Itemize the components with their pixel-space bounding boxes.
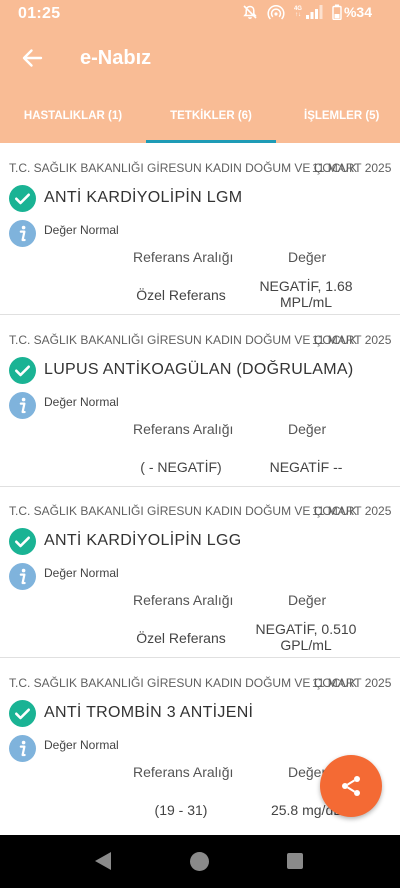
battery: %34 [332, 4, 372, 20]
info-icon [9, 392, 36, 419]
reference-value: Özel Referans [136, 630, 226, 646]
tab-hastaliklar[interactable]: HASTALIKLAR (1) [0, 88, 146, 143]
status-icons: 4G ↑↓ %34 [242, 4, 372, 20]
share-icon [342, 776, 360, 796]
card-test-name: LUPUS ANTİKOAGÜLAN (DOĞRULAMA) [44, 361, 354, 378]
card-hospital: T.C. SAĞLIK BAKANLIĞI GİRESUN KADIN DOĞU… [9, 504, 358, 518]
navigation-bar [0, 835, 400, 888]
value-label: Değer [288, 249, 327, 265]
reference-label: Referans Aralığı [133, 764, 234, 780]
card-status: Değer Normal [44, 223, 119, 237]
check-circle-icon [9, 528, 36, 555]
info-icon [9, 735, 36, 762]
card-date: 11 MART 2025 [312, 676, 392, 690]
check-circle-icon [9, 185, 36, 212]
status-bar: 01:25 4G ↑↓ %34 [0, 0, 400, 28]
test-card[interactable]: T.C. SAĞLIK BAKANLIĞI GİRESUN KADIN DOĞU… [0, 143, 400, 315]
app-bar: e-Nabız [0, 28, 400, 88]
test-value: NEGATİF, 0.510 GPL/mL [244, 621, 368, 653]
test-value-line2: GPL/mL [280, 637, 332, 653]
reference-label: Referans Aralığı [133, 592, 234, 608]
network-type: 4G ↑↓ [294, 6, 302, 18]
reference-value: ( - NEGATİF) [140, 459, 222, 475]
network-type-bottom: ↑↓ [294, 12, 301, 18]
battery-icon [332, 4, 342, 20]
share-button[interactable] [320, 755, 382, 817]
tab-islemler[interactable]: İŞLEMLER (5) [276, 88, 400, 143]
signal-icon [305, 5, 323, 19]
tab-tetkikler[interactable]: TETKİKLER (6) [146, 88, 276, 143]
check-circle-icon [9, 700, 36, 727]
arrow-left-icon [22, 49, 43, 67]
card-status: Değer Normal [44, 566, 119, 580]
test-card[interactable]: T.C. SAĞLIK BAKANLIĞI GİRESUN KADIN DOĞU… [0, 315, 400, 487]
nav-back-icon[interactable] [94, 851, 112, 871]
card-test-name: ANTİ TROMBİN 3 ANTİJENİ [44, 704, 254, 721]
check-circle-icon [9, 357, 36, 384]
info-icon [9, 563, 36, 590]
test-card[interactable]: T.C. SAĞLIK BAKANLIĞI GİRESUN KADIN DOĞU… [0, 486, 400, 658]
hotspot-icon [267, 5, 285, 20]
battery-level: %34 [343, 4, 372, 20]
card-test-name: ANTİ KARDİYOLİPİN LGM [44, 189, 243, 206]
reference-value: (19 - 31) [154, 802, 208, 818]
reference-label: Referans Aralığı [133, 249, 234, 265]
card-date: 11 MART 2025 [312, 504, 392, 518]
nav-home-icon[interactable] [190, 852, 209, 871]
card-status: Değer Normal [44, 395, 119, 409]
test-value: NEGATİF, 1.68 MPL/mL [244, 278, 368, 310]
test-value-line2: MPL/mL [279, 294, 333, 310]
app-title: e-Nabız [80, 47, 152, 69]
card-status: Değer Normal [44, 738, 119, 752]
test-value-line1: NEGATİF -- [269, 459, 343, 475]
card-hospital: T.C. SAĞLIK BAKANLIĞI GİRESUN KADIN DOĞU… [9, 676, 358, 690]
test-results-list[interactable]: T.C. SAĞLIK BAKANLIĞI GİRESUN KADIN DOĞU… [0, 143, 400, 835]
card-test-name: ANTİ KARDİYOLİPİN LGG [44, 532, 242, 549]
test-value: NEGATİF -- [244, 459, 368, 475]
tab-bar: HASTALIKLAR (1) TETKİKLER (6) İŞLEMLER (… [0, 88, 400, 143]
test-value-line1: NEGATİF, 0.510 [255, 621, 357, 637]
nav-recent-icon[interactable] [287, 853, 303, 869]
status-time: 01:25 [18, 5, 61, 22]
card-hospital: T.C. SAĞLIK BAKANLIĞI GİRESUN KADIN DOĞU… [9, 333, 358, 347]
reference-label: Referans Aralığı [133, 421, 234, 437]
back-button[interactable] [18, 44, 46, 72]
value-label: Değer [288, 592, 327, 608]
test-value-line1: NEGATİF, 1.68 [259, 278, 353, 294]
card-hospital: T.C. SAĞLIK BAKANLIĞI GİRESUN KADIN DOĞU… [9, 161, 358, 175]
value-label: Değer [288, 421, 327, 437]
info-icon [9, 220, 36, 247]
mute-icon [243, 5, 257, 19]
card-date: 11 MART 2025 [312, 333, 392, 347]
reference-value: Özel Referans [136, 287, 226, 303]
card-date: 11 MART 2025 [312, 161, 392, 175]
